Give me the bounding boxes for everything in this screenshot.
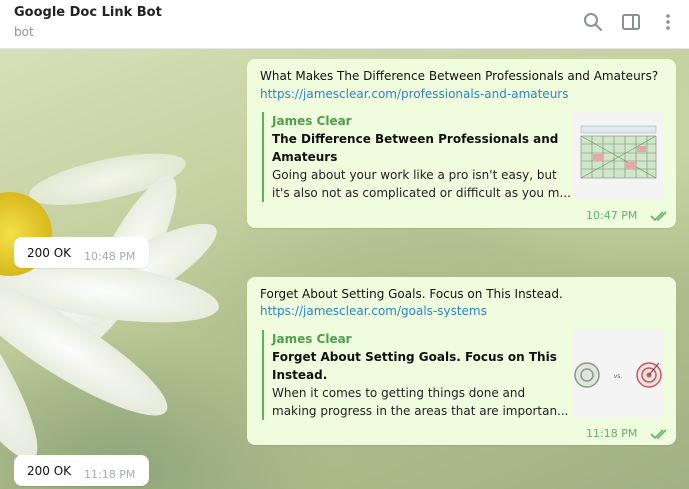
message-time: 11:18 PM (586, 427, 638, 440)
preview-site-name: James Clear (272, 332, 352, 346)
chat-area[interactable]: What Makes The Difference Between Profes… (0, 49, 689, 489)
thumbnail-vs-label: vs. (614, 373, 623, 380)
chat-subtitle: bot (14, 25, 34, 39)
incoming-message[interactable]: 200 OK 11:18 PM (14, 455, 149, 486)
message-link[interactable]: https://jamesclear.com/goals-systems (260, 304, 487, 318)
more-vertical-icon[interactable] (657, 11, 679, 33)
preview-title: The Difference Between Professionals and… (272, 132, 559, 164)
preview-site-name: James Clear (272, 114, 352, 128)
preview-description: When it comes to getting things done and… (272, 386, 569, 418)
reply-text: 200 OK (27, 246, 72, 260)
message-text: What Makes The Difference Between Profes… (260, 69, 659, 83)
sidebar-toggle-icon[interactable] (620, 11, 642, 33)
link-preview[interactable]: James Clear Forget About Setting Goals. … (262, 330, 569, 420)
preview-description: Going about your work like a pro isn't e… (272, 168, 571, 200)
preview-thumbnail-grid-image (573, 111, 663, 199)
message-link[interactable]: https://jamesclear.com/professionals-and… (260, 87, 568, 101)
preview-title: Forget About Setting Goals. Focus on Thi… (272, 350, 557, 382)
outgoing-message[interactable]: Forget About Setting Goals. Focus on Thi… (247, 277, 676, 445)
incoming-message[interactable]: 200 OK 10:48 PM (14, 237, 149, 268)
message-time: 10:48 PM (84, 250, 136, 263)
read-checkmarks-icon (650, 429, 667, 440)
outgoing-message[interactable]: What Makes The Difference Between Profes… (247, 59, 676, 228)
message-time: 10:47 PM (586, 209, 638, 222)
chat-header: Google Doc Link Bot bot (0, 0, 689, 49)
message-text: Forget About Setting Goals. Focus on Thi… (260, 287, 563, 301)
reply-text: 200 OK (27, 464, 72, 478)
read-checkmarks-icon (650, 211, 667, 222)
search-icon[interactable] (582, 11, 604, 33)
preview-thumbnail-target-image: vs. (573, 329, 663, 417)
link-preview[interactable]: James Clear The Difference Between Profe… (262, 112, 571, 202)
message-time: 11:18 PM (84, 468, 136, 481)
chat-title[interactable]: Google Doc Link Bot (14, 5, 162, 20)
